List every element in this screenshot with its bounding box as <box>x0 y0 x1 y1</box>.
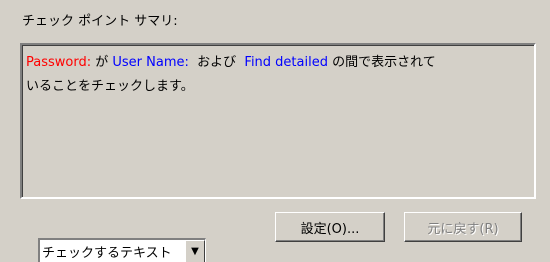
password-label: Password: <box>26 55 92 70</box>
check-text-dropdown[interactable]: チェックするテキスト ▼ <box>38 238 206 262</box>
checkpoint-summary-box: Password: が User Name: および Find detailed… <box>20 43 536 199</box>
summary-line-2: いることをチェックします。 <box>26 79 194 94</box>
settings-button[interactable]: 設定(O)... <box>275 212 385 242</box>
checkpoint-summary-label: チェック ポイント サマリ: <box>22 14 178 29</box>
user-name-label: User Name: <box>112 55 189 70</box>
particle-ga: が <box>91 55 113 70</box>
and-text: および <box>188 55 245 70</box>
find-detailed-label: Find detailed <box>244 55 328 70</box>
dropdown-selected-value: チェックするテキスト <box>42 246 172 261</box>
summary-line-1-rest: の間で表示されて <box>327 55 436 70</box>
revert-button[interactable]: 元に戻す(R) <box>404 212 522 242</box>
summary-line-1: Password: が User Name: および Find detailed… <box>26 51 530 75</box>
chevron-down-icon[interactable]: ▼ <box>185 240 205 262</box>
